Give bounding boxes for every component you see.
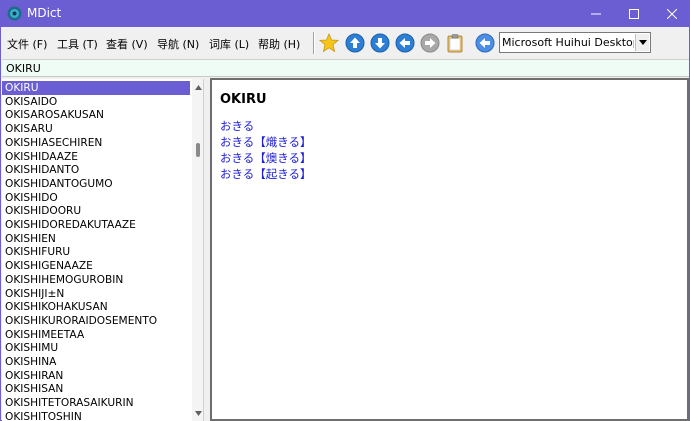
- close-button[interactable]: [649, 1, 690, 27]
- minimize-icon: [591, 13, 601, 15]
- scroll-thumb[interactable]: [196, 143, 200, 157]
- word-list-item[interactable]: OKISHIKURORAIDOSEMENTO: [2, 314, 190, 328]
- word-list-item[interactable]: OKISHITOSHIN: [2, 410, 190, 421]
- word-list-item[interactable]: OKISHIMU: [2, 341, 190, 355]
- menu-tools[interactable]: 工具 (T): [57, 36, 98, 52]
- word-list-item[interactable]: OKISAIDO: [2, 95, 190, 109]
- dictionary-select[interactable]: Microsoft Huihui Desktop -: [499, 32, 651, 53]
- search-input[interactable]: OKIRU: [2, 59, 689, 77]
- clipboard-button[interactable]: [445, 33, 465, 53]
- word-list-item[interactable]: OKISHIDO: [2, 191, 190, 205]
- back-button[interactable]: [395, 33, 415, 53]
- word-list-item[interactable]: OKISHINA: [2, 355, 190, 369]
- word-list-scrollbar[interactable]: [192, 79, 203, 421]
- chevron-down-icon: [638, 40, 647, 45]
- entry-link[interactable]: おきる【熾きる】: [220, 134, 312, 150]
- favorite-button[interactable]: [319, 33, 339, 53]
- word-list-item[interactable]: OKISHIHEMOGUROBIN: [2, 273, 190, 287]
- forward-button[interactable]: [420, 33, 440, 53]
- close-icon: [667, 9, 677, 19]
- dictionary-select-dropdown[interactable]: [635, 34, 649, 51]
- next-word-button[interactable]: [370, 33, 390, 53]
- audio-back-icon: [475, 33, 495, 53]
- menu-help[interactable]: 帮助 (H): [258, 36, 300, 52]
- word-list-item[interactable]: OKISHIDOORU: [2, 204, 190, 218]
- menu-navigate[interactable]: 导航 (N): [157, 36, 199, 52]
- entry-link[interactable]: おきる【起きる】: [220, 166, 312, 182]
- definition-pane: OKIRU おきる おきる【熾きる】 おきる【燠きる】 おきる【起きる】: [210, 78, 689, 421]
- previous-word-button[interactable]: [345, 33, 365, 53]
- dictionary-back-button[interactable]: [475, 33, 495, 53]
- word-list-item[interactable]: OKISHIGENAAZE: [2, 259, 190, 273]
- clipboard-icon: [447, 34, 463, 53]
- dictionary-select-value: Microsoft Huihui Desktop -: [502, 36, 634, 49]
- arrow-forward-icon: [420, 33, 440, 53]
- word-list-item[interactable]: OKISHIJI±N: [2, 287, 190, 301]
- scroll-down-icon: [194, 410, 202, 416]
- search-input-value: OKIRU: [6, 62, 41, 75]
- word-list-item[interactable]: OKISHIDANTO: [2, 163, 190, 177]
- word-list-item[interactable]: OKISHIFURU: [2, 245, 190, 259]
- menu-file[interactable]: 文件 (F): [7, 36, 47, 52]
- scroll-up-button[interactable]: [192, 81, 203, 93]
- scroll-up-icon: [194, 84, 202, 90]
- word-list-item[interactable]: OKISARU: [2, 122, 190, 136]
- maximize-icon: [629, 9, 639, 19]
- word-list-item[interactable]: OKISAROSAKUSAN: [2, 108, 190, 122]
- mdict-window: MDict 文件 (F) 工具 (T) 查看 (V) 导航 (N) 词库 (L)…: [0, 0, 690, 421]
- word-list[interactable]: OKIRU OKISAIDO OKISAROSAKUSAN OKISARU OKISHI…: [2, 79, 204, 421]
- word-list-item[interactable]: OKIRU: [2, 81, 190, 95]
- word-list-item[interactable]: OKISHIDOREDAKUTAAZE: [2, 218, 190, 232]
- menu-view[interactable]: 查看 (V): [106, 36, 148, 52]
- window-title: MDict: [27, 6, 62, 20]
- entry-headword: OKIRU: [220, 92, 267, 107]
- word-list-item[interactable]: OKISHIKOHAKUSAN: [2, 300, 190, 314]
- word-list-item[interactable]: OKISHIASECHIREN: [2, 136, 190, 150]
- app-icon: [7, 6, 22, 21]
- toolbar-separator: [313, 32, 315, 54]
- word-list-item[interactable]: OKISHIRAN: [2, 369, 190, 383]
- arrow-back-icon: [395, 33, 415, 53]
- arrow-down-icon: [370, 33, 390, 53]
- entry-link[interactable]: おきる: [220, 118, 254, 134]
- word-list-item[interactable]: OKISHIDANTOGUMO: [2, 177, 190, 191]
- entry-link[interactable]: おきる【燠きる】: [220, 150, 312, 166]
- menu-dictionary[interactable]: 词库 (L): [209, 36, 249, 52]
- word-list-item[interactable]: OKISHISAN: [2, 382, 190, 396]
- word-list-item[interactable]: OKISHIDAAZE: [2, 150, 190, 164]
- star-icon: [319, 33, 339, 53]
- arrow-up-icon: [345, 33, 365, 53]
- word-list-item[interactable]: OKISHIMEETAA: [2, 328, 190, 342]
- word-list-item[interactable]: OKISHITETORASAIKURIN: [2, 396, 190, 410]
- scroll-down-button[interactable]: [192, 407, 203, 419]
- word-list-item[interactable]: OKISHIEN: [2, 232, 190, 246]
- title-bar[interactable]: MDict: [1, 1, 689, 27]
